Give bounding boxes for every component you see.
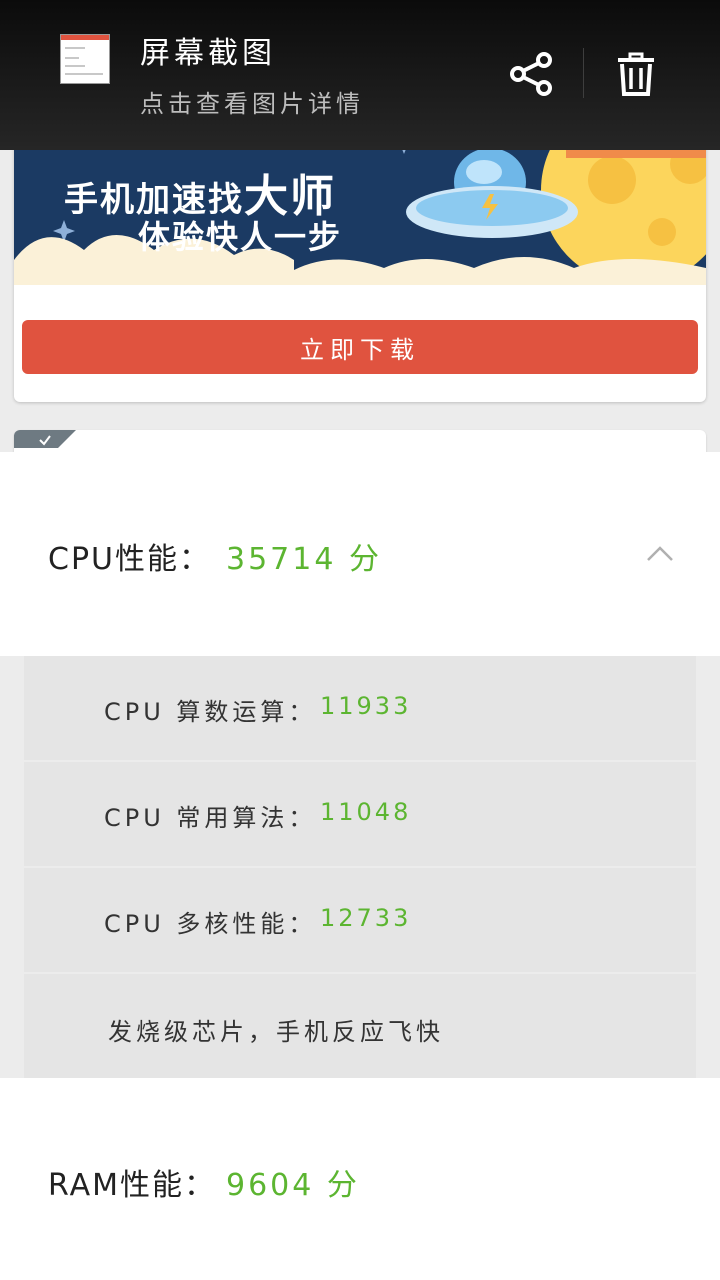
notification-subtitle: 点击查看图片详情 xyxy=(140,90,364,118)
trash-icon[interactable] xyxy=(610,48,662,100)
cpu-detail-row: CPU 常用算法： 11048 xyxy=(24,762,696,866)
banner-subline: 体验快人一步 xyxy=(138,218,343,256)
cpu-detail-label: CPU 算数运算： xyxy=(104,698,317,726)
cpu-note-row: 发烧级芯片，手机反应飞快 xyxy=(24,974,696,1078)
cpu-detail-value: 11048 xyxy=(320,798,412,826)
chevron-up-icon[interactable] xyxy=(644,542,676,566)
screenshot-thumbnail[interactable] xyxy=(60,34,110,84)
download-button[interactable]: 立即下载 xyxy=(22,320,698,374)
ram-score-value: 9604 分 xyxy=(226,1168,360,1203)
cpu-detail-label: CPU 多核性能： xyxy=(104,910,317,938)
cpu-detail-value: 12733 xyxy=(320,904,412,932)
cpu-detail-row: CPU 多核性能： 12733 xyxy=(24,868,696,972)
cpu-details-panel: CPU 算数运算： 11933 CPU 常用算法： 11048 CPU 多核性能… xyxy=(0,656,720,1078)
notification-title: 屏幕截图 xyxy=(140,36,276,71)
screenshot-notification-bar[interactable]: 屏幕截图 点击查看图片详情 xyxy=(0,0,720,150)
cpu-score-header[interactable]: CPU性能： 35714 分 xyxy=(0,452,720,656)
cpu-detail-value: 11933 xyxy=(320,692,412,720)
toolbar-divider xyxy=(583,48,584,98)
cpu-score-value: 35714 分 xyxy=(226,542,382,577)
cpu-detail-label: CPU 常用算法： xyxy=(104,804,317,832)
cpu-note-text: 发烧级芯片，手机反应飞快 xyxy=(108,1018,444,1046)
ram-score-header[interactable]: RAM性能： 9604 分 xyxy=(0,1078,720,1280)
screen: 手机加速找大师 体验快人一步 立即下载 屏幕截图 点击查看图片详情 CPU性能：… xyxy=(0,0,720,1280)
share-icon[interactable] xyxy=(506,48,558,100)
ad-card[interactable]: 手机加速找大师 体验快人一步 立即下载 xyxy=(14,120,706,402)
cpu-detail-row: CPU 算数运算： 11933 xyxy=(24,656,696,760)
cpu-score-label: CPU性能： xyxy=(48,542,211,577)
ram-score-label: RAM性能： xyxy=(48,1168,217,1203)
